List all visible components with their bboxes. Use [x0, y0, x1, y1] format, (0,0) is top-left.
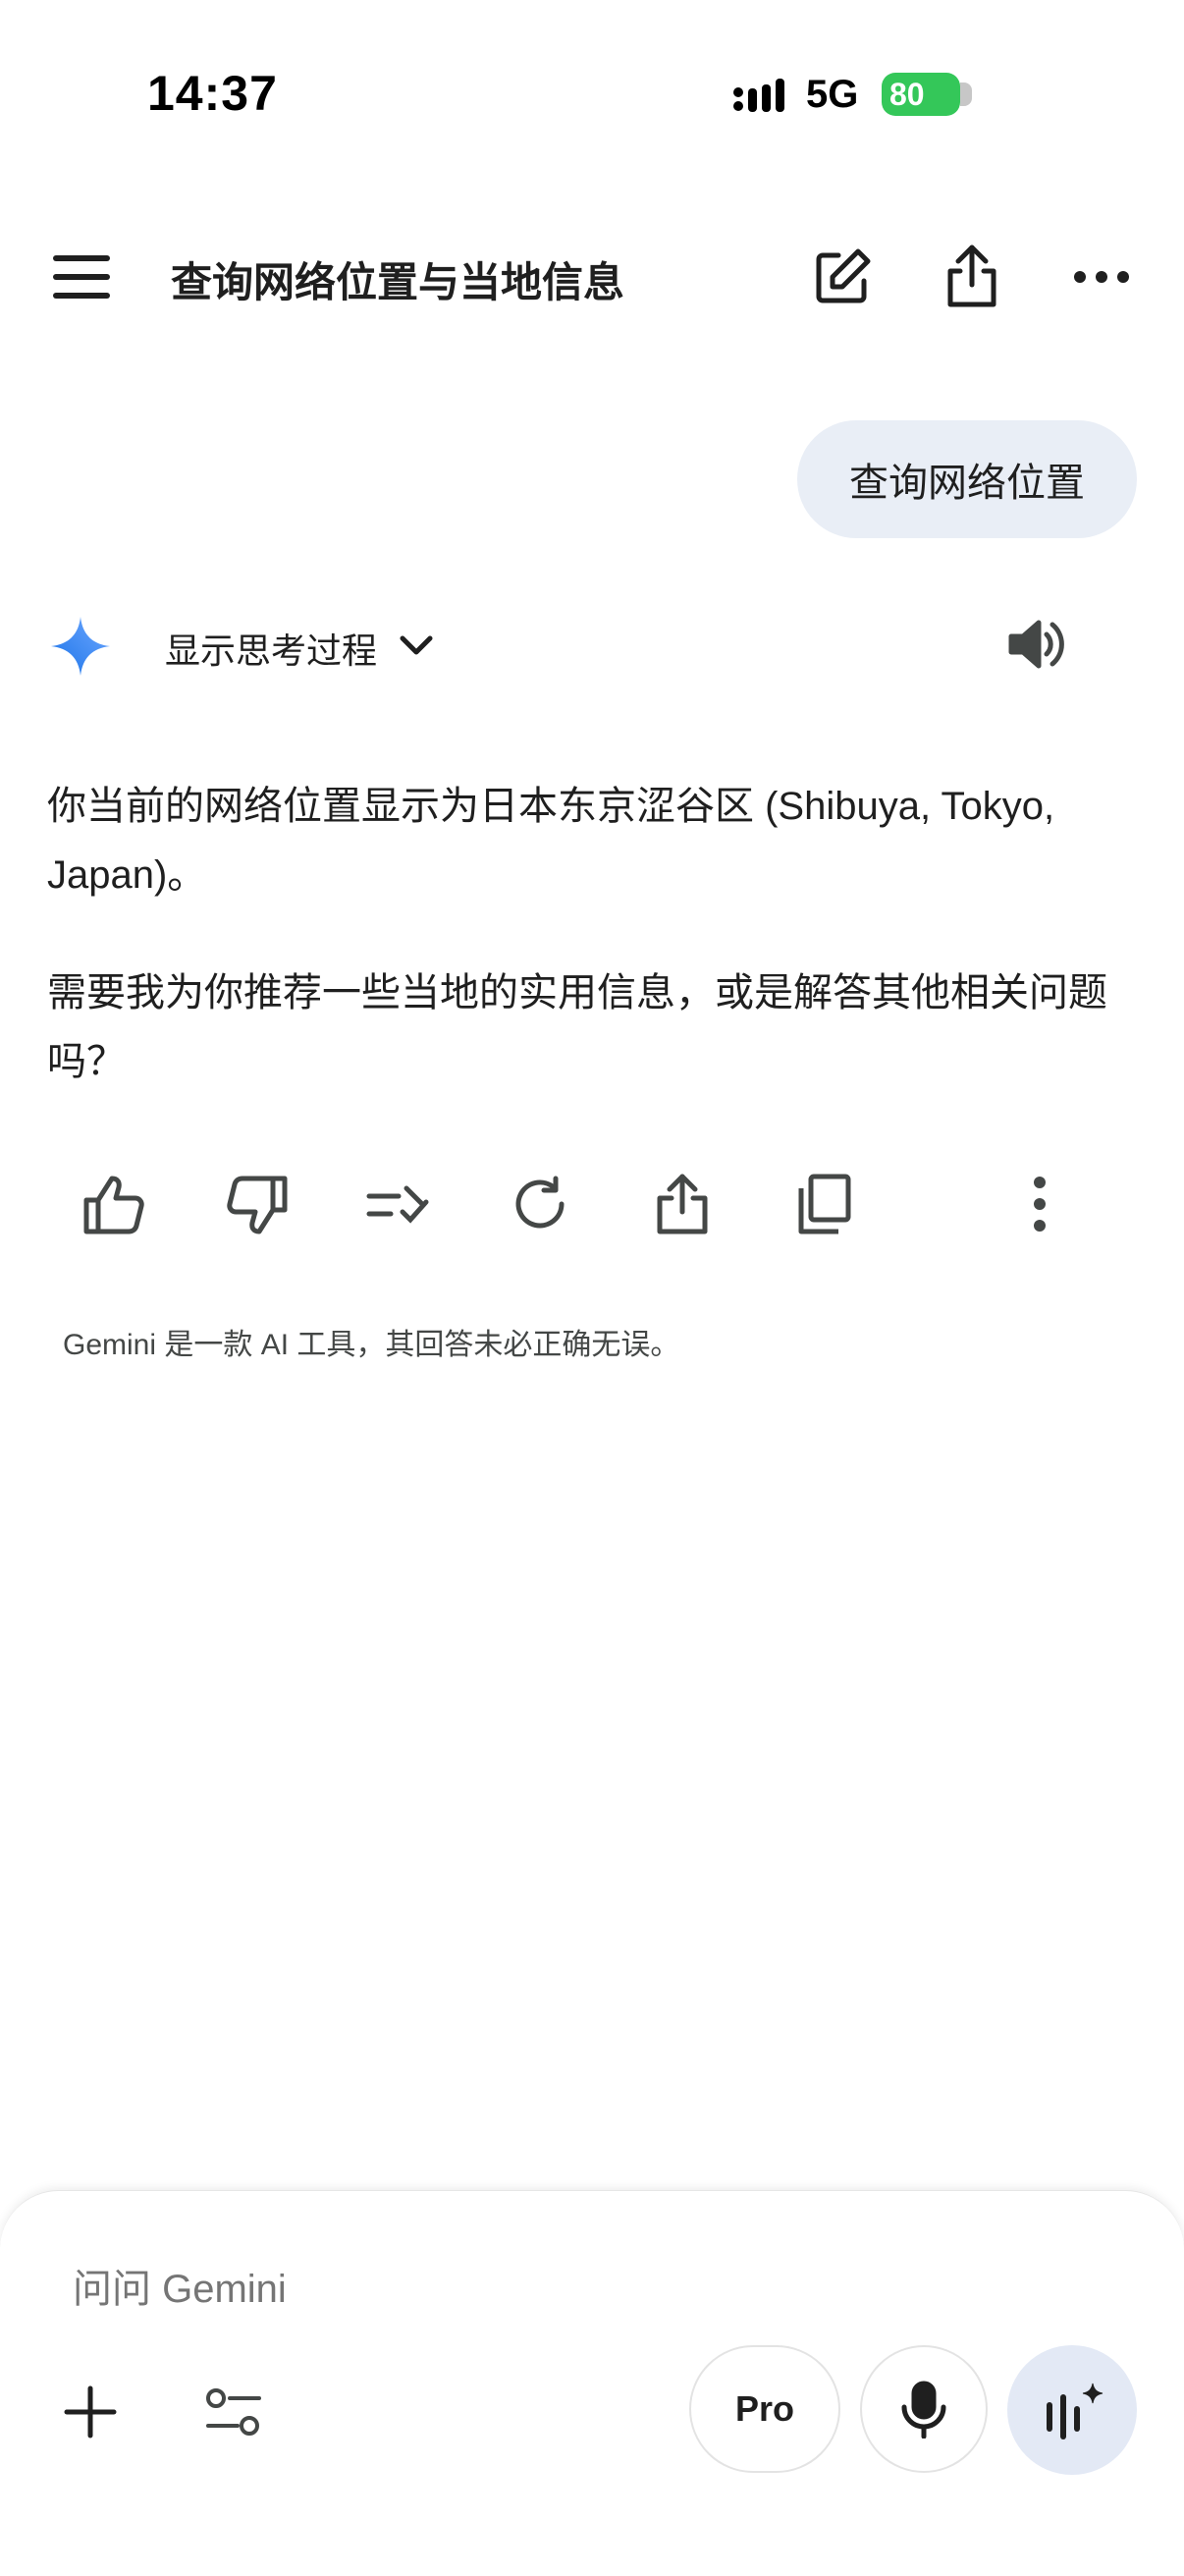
hamburger-icon: [53, 255, 110, 299]
assistant-response-paragraph: 你当前的网络位置显示为日本东京涩谷区 (Shibuya, Tokyo, Japa…: [47, 785, 1055, 897]
microphone-icon: [901, 2381, 946, 2439]
menu-button[interactable]: [47, 247, 116, 306]
share-response-button[interactable]: [648, 1171, 717, 1239]
modify-response-button[interactable]: [363, 1171, 432, 1239]
tune-response-icon: [366, 1185, 429, 1224]
battery-cap: [960, 82, 972, 106]
live-waveform-icon: [1047, 2383, 1103, 2439]
gemini-spark-icon: [51, 617, 110, 676]
disclaimer-text: Gemini 是一款 AI 工具，其回答未必正确无误。: [63, 1329, 680, 1361]
refresh-icon: [515, 1176, 565, 1229]
user-message-bubble[interactable]: 查询网络位置: [797, 420, 1137, 538]
network-type: 5G: [806, 73, 859, 116]
show-thinking-toggle[interactable]: 显示思考过程: [165, 623, 377, 674]
regenerate-button[interactable]: [507, 1171, 575, 1239]
composer-panel: [0, 2190, 1184, 2576]
share-button[interactable]: [941, 242, 1003, 310]
copy-button[interactable]: [789, 1171, 858, 1239]
edit-icon: [816, 248, 871, 303]
status-indicators: 5G 80: [732, 69, 1184, 128]
thumbs-up-icon: [83, 1176, 144, 1234]
copy-icon: [798, 1174, 851, 1234]
add-attachment-button[interactable]: [59, 2381, 122, 2443]
sliders-icon: [206, 2388, 261, 2436]
battery-icon: 80: [882, 73, 960, 116]
chevron-down-icon[interactable]: [397, 629, 436, 664]
thumbs-up-button[interactable]: [81, 1171, 149, 1239]
pro-model-button[interactable]: Pro: [689, 2345, 840, 2473]
share-icon: [657, 1174, 708, 1234]
new-chat-button[interactable]: [811, 246, 874, 308]
prompt-input[interactable]: [71, 2259, 762, 2320]
more-horizontal-icon: [1074, 271, 1129, 283]
page-title: 查询网络位置与当地信息: [171, 259, 625, 305]
more-options-button[interactable]: [1070, 257, 1133, 297]
more-actions-button[interactable]: [1005, 1171, 1074, 1239]
thumbs-down-icon: [227, 1176, 288, 1234]
plus-icon: [64, 2385, 117, 2439]
share-icon: [947, 245, 996, 307]
more-vertical-icon: [1034, 1177, 1046, 1232]
microphone-button[interactable]: [860, 2345, 988, 2473]
tools-button[interactable]: [202, 2381, 265, 2443]
status-time: 14:37: [147, 66, 278, 121]
speaker-icon: [1008, 620, 1064, 669]
gemini-live-button[interactable]: [1007, 2345, 1137, 2475]
read-aloud-button[interactable]: [1005, 613, 1068, 676]
assistant-response-paragraph: 需要我为你推荐一些当地的实用信息，或是解答其他相关问题吗？: [47, 971, 1107, 1083]
signal-icon: [733, 79, 784, 112]
thumbs-down-button[interactable]: [222, 1171, 291, 1239]
